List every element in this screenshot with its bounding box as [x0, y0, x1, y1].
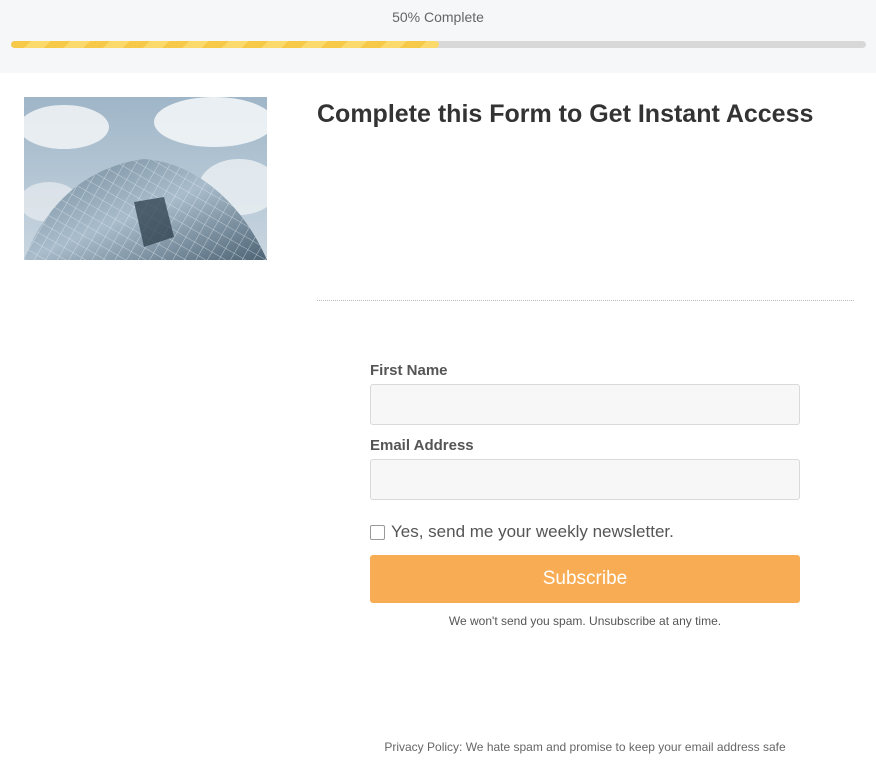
progress-label: 50% Complete [392, 9, 484, 25]
first-name-label: First Name [370, 362, 448, 379]
first-name-input[interactable] [370, 384, 800, 425]
divider [317, 300, 854, 301]
email-input[interactable] [370, 459, 800, 500]
newsletter-checkbox[interactable] [370, 524, 385, 540]
spam-note: We won't send you spam. Unsubscribe at a… [448, 614, 722, 628]
subscribe-button[interactable]: Subscribe [370, 555, 800, 603]
privacy-policy-text: Privacy Policy: We hate spam and promise… [384, 740, 786, 754]
progress-bar [11, 41, 866, 48]
progress-bar-fill [11, 41, 439, 48]
newsletter-label[interactable]: Yes, send me your weekly newsletter. [391, 522, 674, 542]
email-label: Email Address [370, 437, 474, 454]
progress-header: 50% Complete [0, 0, 876, 73]
building-photo [24, 97, 267, 260]
form-title: Complete this Form to Get Instant Access [317, 100, 814, 128]
building-photo-icon [24, 97, 267, 260]
newsletter-option[interactable]: Yes, send me your weekly newsletter. [370, 522, 674, 542]
